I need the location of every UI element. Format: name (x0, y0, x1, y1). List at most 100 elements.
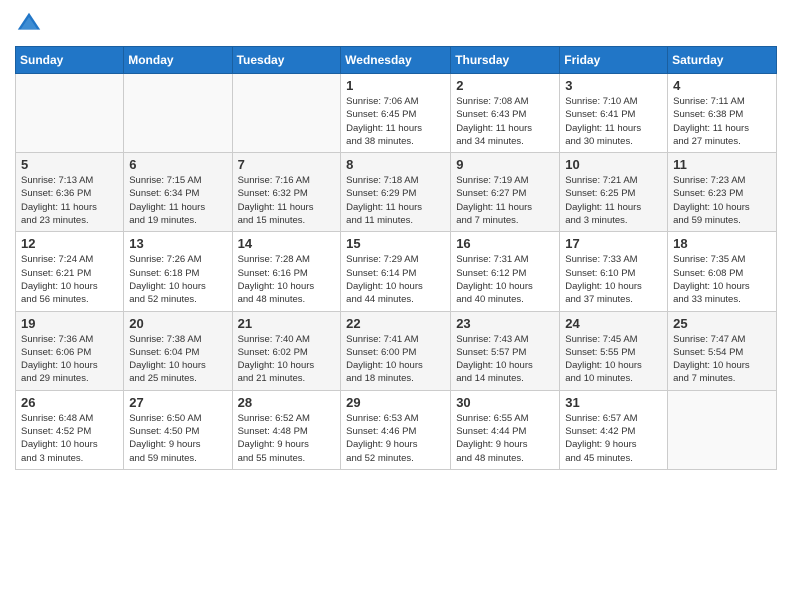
calendar-cell: 8 Sunrise: 7:18 AM Sunset: 6:29 PM Daylig… (341, 153, 451, 232)
day-info: Sunrise: 7:24 AM Sunset: 6:21 PM Dayligh… (21, 253, 118, 306)
day-info: Sunrise: 7:23 AM Sunset: 6:23 PM Dayligh… (673, 174, 771, 227)
day-number: 27 (129, 395, 226, 410)
calendar-cell: 1 Sunrise: 7:06 AM Sunset: 6:45 PM Daylig… (341, 74, 451, 153)
day-number: 3 (565, 78, 662, 93)
calendar-cell: 7 Sunrise: 7:16 AM Sunset: 6:32 PM Daylig… (232, 153, 341, 232)
day-info: Sunrise: 7:45 AM Sunset: 5:55 PM Dayligh… (565, 333, 662, 386)
day-info: Sunrise: 7:38 AM Sunset: 6:04 PM Dayligh… (129, 333, 226, 386)
calendar-cell: 29 Sunrise: 6:53 AM Sunset: 4:46 PM Dayli… (341, 390, 451, 469)
calendar-cell: 26Sunrise: 6:48 AM Sunset: 4:52 PM Dayli… (16, 390, 124, 469)
day-number: 10 (565, 157, 662, 172)
calendar-cell: 2Sunrise: 7:08 AM Sunset: 6:43 PM Daylig… (451, 74, 560, 153)
day-info: Sunrise: 7:35 AM Sunset: 6:08 PM Dayligh… (673, 253, 771, 306)
day-number: 11 (673, 157, 771, 172)
day-info: Sunrise: 7:18 AM Sunset: 6:29 PM Dayligh… (346, 174, 445, 227)
calendar-cell: 16 Sunrise: 7:31 AM Sunset: 6:12 PM Dayli… (451, 232, 560, 311)
day-number: 25 (673, 316, 771, 331)
calendar-cell: 23 Sunrise: 7:43 AM Sunset: 5:57 PM Dayli… (451, 311, 560, 390)
day-info: Sunrise: 7:31 AM Sunset: 6:12 PM Dayligh… (456, 253, 554, 306)
day-info: Sunrise: 7:21 AM Sunset: 6:25 PM Dayligh… (565, 174, 662, 227)
day-number: 17 (565, 236, 662, 251)
calendar-week-row: 19 Sunrise: 7:36 AM Sunset: 6:06 PM Dayli… (16, 311, 777, 390)
calendar-cell: 15 Sunrise: 7:29 AM Sunset: 6:14 PM Dayli… (341, 232, 451, 311)
calendar-cell: 27Sunrise: 6:50 AM Sunset: 4:50 PM Dayli… (124, 390, 232, 469)
day-number: 8 (346, 157, 445, 172)
day-info: Sunrise: 7:06 AM Sunset: 6:45 PM Dayligh… (346, 95, 445, 148)
day-number: 13 (129, 236, 226, 251)
day-number: 26 (21, 395, 118, 410)
weekday-header-wednesday: Wednesday (341, 47, 451, 74)
calendar-cell (124, 74, 232, 153)
day-number: 12 (21, 236, 118, 251)
calendar-cell: 3Sunrise: 7:10 AM Sunset: 6:41 PM Daylig… (560, 74, 668, 153)
weekday-header-friday: Friday (560, 47, 668, 74)
weekday-header-thursday: Thursday (451, 47, 560, 74)
day-info: Sunrise: 7:16 AM Sunset: 6:32 PM Dayligh… (238, 174, 336, 227)
calendar-cell: 13 Sunrise: 7:26 AM Sunset: 6:18 PM Dayli… (124, 232, 232, 311)
calendar-cell: 30 Sunrise: 6:55 AM Sunset: 4:44 PM Dayli… (451, 390, 560, 469)
calendar-cell: 10 Sunrise: 7:21 AM Sunset: 6:25 PM Dayli… (560, 153, 668, 232)
day-number: 19 (21, 316, 118, 331)
calendar-cell: 20 Sunrise: 7:38 AM Sunset: 6:04 PM Dayli… (124, 311, 232, 390)
calendar-cell: 11 Sunrise: 7:23 AM Sunset: 6:23 PM Dayli… (668, 153, 777, 232)
day-info: Sunrise: 7:47 AM Sunset: 5:54 PM Dayligh… (673, 333, 771, 386)
day-number: 22 (346, 316, 445, 331)
calendar-cell: 25 Sunrise: 7:47 AM Sunset: 5:54 PM Dayli… (668, 311, 777, 390)
day-number: 16 (456, 236, 554, 251)
calendar-week-row: 26Sunrise: 6:48 AM Sunset: 4:52 PM Dayli… (16, 390, 777, 469)
day-number: 4 (673, 78, 771, 93)
day-info: Sunrise: 7:41 AM Sunset: 6:00 PM Dayligh… (346, 333, 445, 386)
day-info: Sunrise: 7:28 AM Sunset: 6:16 PM Dayligh… (238, 253, 336, 306)
calendar-cell: 19 Sunrise: 7:36 AM Sunset: 6:06 PM Dayli… (16, 311, 124, 390)
logo-icon (15, 10, 43, 38)
day-number: 20 (129, 316, 226, 331)
day-info: Sunrise: 7:43 AM Sunset: 5:57 PM Dayligh… (456, 333, 554, 386)
calendar-week-row: 5Sunrise: 7:13 AM Sunset: 6:36 PM Daylig… (16, 153, 777, 232)
day-number: 30 (456, 395, 554, 410)
day-number: 14 (238, 236, 336, 251)
weekday-header-saturday: Saturday (668, 47, 777, 74)
day-info: Sunrise: 6:55 AM Sunset: 4:44 PM Dayligh… (456, 412, 554, 465)
logo (15, 10, 47, 38)
day-info: Sunrise: 7:15 AM Sunset: 6:34 PM Dayligh… (129, 174, 226, 227)
day-info: Sunrise: 6:53 AM Sunset: 4:46 PM Dayligh… (346, 412, 445, 465)
calendar-cell: 12 Sunrise: 7:24 AM Sunset: 6:21 PM Dayli… (16, 232, 124, 311)
header (15, 10, 777, 38)
day-info: Sunrise: 7:33 AM Sunset: 6:10 PM Dayligh… (565, 253, 662, 306)
weekday-header-sunday: Sunday (16, 47, 124, 74)
calendar-cell: 14 Sunrise: 7:28 AM Sunset: 6:16 PM Dayli… (232, 232, 341, 311)
day-info: Sunrise: 7:29 AM Sunset: 6:14 PM Dayligh… (346, 253, 445, 306)
calendar-week-row: 12 Sunrise: 7:24 AM Sunset: 6:21 PM Dayli… (16, 232, 777, 311)
weekday-header-row: SundayMondayTuesdayWednesdayThursdayFrid… (16, 47, 777, 74)
weekday-header-tuesday: Tuesday (232, 47, 341, 74)
day-number: 15 (346, 236, 445, 251)
day-number: 1 (346, 78, 445, 93)
calendar-cell (232, 74, 341, 153)
day-info: Sunrise: 7:11 AM Sunset: 6:38 PM Dayligh… (673, 95, 771, 148)
day-number: 23 (456, 316, 554, 331)
day-number: 29 (346, 395, 445, 410)
day-info: Sunrise: 7:40 AM Sunset: 6:02 PM Dayligh… (238, 333, 336, 386)
day-info: Sunrise: 7:36 AM Sunset: 6:06 PM Dayligh… (21, 333, 118, 386)
day-number: 18 (673, 236, 771, 251)
weekday-header-monday: Monday (124, 47, 232, 74)
calendar-cell (16, 74, 124, 153)
day-number: 24 (565, 316, 662, 331)
day-number: 7 (238, 157, 336, 172)
calendar-cell: 17 Sunrise: 7:33 AM Sunset: 6:10 PM Dayli… (560, 232, 668, 311)
day-number: 6 (129, 157, 226, 172)
day-info: Sunrise: 7:26 AM Sunset: 6:18 PM Dayligh… (129, 253, 226, 306)
day-info: Sunrise: 7:13 AM Sunset: 6:36 PM Dayligh… (21, 174, 118, 227)
calendar-cell (668, 390, 777, 469)
day-info: Sunrise: 6:52 AM Sunset: 4:48 PM Dayligh… (238, 412, 336, 465)
calendar-week-row: 1 Sunrise: 7:06 AM Sunset: 6:45 PM Daylig… (16, 74, 777, 153)
calendar-table: SundayMondayTuesdayWednesdayThursdayFrid… (15, 46, 777, 470)
calendar-cell: 18 Sunrise: 7:35 AM Sunset: 6:08 PM Dayli… (668, 232, 777, 311)
day-number: 28 (238, 395, 336, 410)
calendar-cell: 5Sunrise: 7:13 AM Sunset: 6:36 PM Daylig… (16, 153, 124, 232)
calendar-cell: 31Sunrise: 6:57 AM Sunset: 4:42 PM Dayli… (560, 390, 668, 469)
day-number: 21 (238, 316, 336, 331)
day-info: Sunrise: 7:08 AM Sunset: 6:43 PM Dayligh… (456, 95, 554, 148)
calendar-cell: 24 Sunrise: 7:45 AM Sunset: 5:55 PM Dayli… (560, 311, 668, 390)
calendar-cell: 4 Sunrise: 7:11 AM Sunset: 6:38 PM Daylig… (668, 74, 777, 153)
